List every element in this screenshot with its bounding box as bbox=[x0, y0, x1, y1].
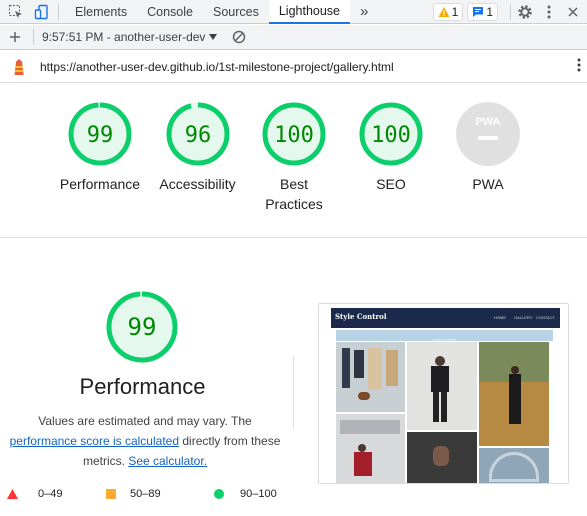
performance-title: Performance bbox=[79, 374, 206, 399]
lighthouse-logo-icon bbox=[11, 58, 27, 76]
legend-pass: 90–100 bbox=[214, 488, 277, 500]
gauge-ring: 100 bbox=[262, 102, 326, 166]
green-circle-icon bbox=[214, 489, 224, 499]
message-icon bbox=[473, 6, 484, 17]
gauge-label: SEO bbox=[376, 176, 406, 192]
performance-description: Values are estimated and may vary. The p… bbox=[9, 414, 281, 468]
red-triangle-icon bbox=[7, 489, 18, 499]
gauge-best-practices[interactable]: 100 Best Practices bbox=[249, 100, 339, 214]
thumb-photo-man bbox=[407, 432, 477, 483]
url-menu-kebab-icon[interactable] bbox=[577, 58, 581, 75]
gauge-label: Best Practices bbox=[265, 176, 323, 212]
warnings-badge[interactable]: 1 bbox=[432, 2, 464, 21]
thumb-nav-gallery: GALLERY bbox=[514, 315, 533, 320]
gauge-performance[interactable]: 99 Performance bbox=[55, 100, 145, 194]
performance-score: 99 bbox=[128, 313, 157, 341]
gauge-score: 100 bbox=[274, 123, 314, 148]
score-legend: 0–49 50–89 90–100 bbox=[0, 488, 587, 504]
see-calculator-link[interactable]: See calculator. bbox=[128, 454, 207, 468]
thumb-nav-home: HOME bbox=[494, 315, 506, 320]
orange-square-icon bbox=[106, 489, 116, 499]
gauge-ring: 99 bbox=[68, 102, 132, 166]
warnings-count: 1 bbox=[451, 4, 459, 19]
final-screenshot-thumbnail[interactable]: Style Control HOME GALLERY CONTACT GALLE… bbox=[318, 303, 569, 484]
vertical-divider bbox=[293, 356, 294, 430]
gauge-label: Accessibility bbox=[159, 176, 236, 192]
thumb-nav-contact: CONTACT bbox=[536, 315, 556, 320]
gauge-score: 100 bbox=[371, 123, 411, 148]
close-icon[interactable] bbox=[563, 2, 583, 22]
thumb-photo-glass bbox=[479, 448, 549, 483]
gauge-score: 99 bbox=[87, 123, 114, 148]
messages-badge[interactable]: 1 bbox=[467, 2, 498, 21]
lighthouse-report-bar: 9:57:51 PM - another-user-dev bbox=[0, 25, 587, 50]
thumb-photo-building bbox=[336, 414, 405, 483]
report-selector-label: 9:57:51 PM - another-user-dev bbox=[42, 30, 206, 44]
gauge-ring: 96 bbox=[166, 102, 229, 166]
toolbar-separator bbox=[33, 29, 34, 45]
tab-lighthouse[interactable]: Lighthouse bbox=[268, 0, 351, 24]
pwa-badge-icon: PWA bbox=[456, 102, 520, 166]
audited-url[interactable]: https://another-user-dev.github.io/1st-m… bbox=[40, 60, 394, 74]
toolbar-separator bbox=[58, 3, 59, 20]
warning-icon bbox=[438, 6, 450, 17]
gauge-label: PWA bbox=[472, 176, 504, 192]
thumb-photo-model-park bbox=[479, 342, 549, 446]
thumb-header: Style Control HOME GALLERY CONTACT bbox=[331, 308, 560, 328]
svg-text:PWA: PWA bbox=[475, 116, 500, 128]
messages-count: 1 bbox=[486, 4, 493, 19]
score-calculated-link[interactable]: performance score is calculated bbox=[10, 434, 179, 448]
gauge-pwa[interactable]: PWA PWA bbox=[443, 100, 533, 194]
device-toolbar-icon[interactable] bbox=[32, 2, 52, 22]
thumb-photo-model-black bbox=[407, 342, 477, 430]
new-report-plus-icon[interactable] bbox=[5, 27, 25, 47]
thumb-brand: Style Control bbox=[335, 312, 387, 321]
section-divider bbox=[0, 237, 587, 238]
inspect-element-icon[interactable] bbox=[6, 2, 26, 22]
gauge-label: Performance bbox=[59, 176, 141, 192]
thumb-photo-clothes bbox=[336, 342, 405, 412]
tab-sources[interactable]: Sources bbox=[203, 0, 269, 24]
gauge-seo[interactable]: 100 SEO bbox=[346, 100, 436, 194]
dropdown-arrow-icon bbox=[209, 34, 218, 40]
tab-elements[interactable]: Elements bbox=[65, 0, 137, 24]
devtools-tab-bar: Elements Console Sources Lighthouse » 1 … bbox=[0, 0, 587, 24]
performance-big-gauge: 99 bbox=[104, 289, 180, 365]
kebab-menu-icon[interactable] bbox=[539, 2, 559, 22]
gear-icon[interactable] bbox=[515, 2, 535, 22]
gauge-score: 96 bbox=[184, 123, 211, 148]
gauge-accessibility[interactable]: 96 Accessibility bbox=[150, 100, 245, 194]
thumb-banner: GALLERY bbox=[336, 330, 553, 345]
toolbar-separator bbox=[510, 3, 511, 20]
gauge-ring: 100 bbox=[359, 102, 423, 166]
url-bar: https://another-user-dev.github.io/1st-m… bbox=[0, 51, 587, 83]
clear-all-icon[interactable] bbox=[229, 27, 249, 47]
more-tabs-button[interactable]: » bbox=[350, 0, 378, 24]
legend-average: 50–89 bbox=[106, 488, 161, 500]
gauge-ring: 99 bbox=[106, 291, 178, 363]
tab-console[interactable]: Console bbox=[137, 0, 203, 24]
report-selector[interactable]: 9:57:51 PM - another-user-dev bbox=[42, 30, 218, 44]
legend-fail: 0–49 bbox=[7, 488, 62, 500]
